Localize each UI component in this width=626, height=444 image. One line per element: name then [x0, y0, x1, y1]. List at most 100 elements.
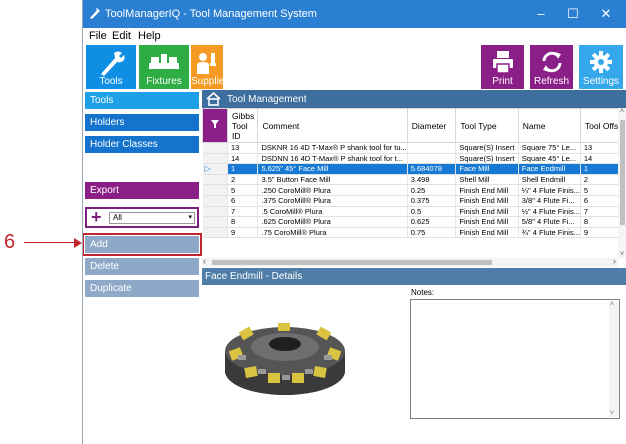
table-cell[interactable]: Square(S) Insert [455, 142, 519, 154]
vertical-scroll-thumb[interactable] [620, 120, 625, 225]
print-button[interactable]: Print [481, 45, 524, 89]
table-cell[interactable]: Face Mill [455, 163, 519, 175]
table-cell[interactable]: Finish End Mill [455, 184, 519, 196]
table-cell[interactable]: 3/8" 4 Flute Fi... [518, 195, 581, 207]
export-button[interactable]: Export [85, 182, 199, 199]
table-cell[interactable]: Face Endmill [518, 163, 581, 175]
table-row[interactable]: 14 DSDNN 16 4D T-Max® P shank tool for t.… [202, 153, 626, 165]
table-cell[interactable]: 9 [227, 227, 259, 239]
sidebar-item-tools[interactable]: Tools [85, 92, 199, 109]
menu-file[interactable]: File [89, 30, 107, 42]
column-filter-header[interactable] [202, 108, 228, 143]
table-cell[interactable]: 6 [227, 195, 259, 207]
table-cell[interactable]: Shell Endmill [518, 174, 581, 186]
grid-horizontal-scrollbar[interactable]: ‹ › [202, 256, 618, 267]
table-cell[interactable]: Finish End Mill [455, 195, 519, 207]
table-cell[interactable]: Finish End Mill [455, 227, 519, 239]
table-cell[interactable]: 5.625" 45° Face Mill [257, 163, 408, 175]
scroll-up-icon[interactable]: ˄ [620, 108, 624, 115]
table-cell[interactable]: .5 CoroMill® Plura [257, 206, 408, 218]
table-cell[interactable]: ¼" 4 Flute Finis... [518, 184, 581, 196]
table-cell[interactable]: .250 CoroMill® Plura [257, 184, 408, 196]
add-button[interactable]: Add [83, 233, 202, 256]
row-marker[interactable] [202, 153, 228, 165]
row-marker[interactable]: ▷ [202, 163, 228, 175]
tools-button[interactable]: Tools [86, 45, 136, 89]
sidebar-item-holder-classes[interactable]: Holder Classes [85, 136, 199, 153]
table-row[interactable]: 5.250 CoroMill® Plura 0.25 Finish End Mill… [202, 184, 626, 196]
table-cell[interactable]: .625 CoroMill® Plura [257, 216, 408, 228]
refresh-button[interactable]: Refresh [530, 45, 573, 89]
table-row[interactable]: 7.5 CoroMill® Plura 0.5 Finish End Mill ½" … [202, 206, 626, 218]
column-header-name[interactable]: Name [517, 108, 581, 143]
table-cell[interactable]: 0.75 [407, 227, 457, 239]
row-marker[interactable] [202, 227, 228, 239]
scroll-left-icon[interactable]: ‹ [203, 256, 206, 266]
suppliers-button[interactable]: Suppliers [191, 45, 233, 89]
table-cell[interactable]: 0.5 [407, 206, 457, 218]
table-cell[interactable]: DSDNN 16 4D T-Max® P shank tool for t... [257, 153, 408, 165]
scroll-down-icon[interactable]: ˅ [620, 251, 624, 258]
table-row[interactable]: 6.375 CoroMill® Plura 0.375 Finish End Mil… [202, 195, 626, 207]
table-cell[interactable]: 2 [227, 174, 259, 186]
table-cell[interactable]: 5/8" 4 Flute Fi... [518, 216, 581, 228]
scroll-right-icon[interactable]: › [613, 256, 616, 266]
table-row[interactable]: 9.75 CoroMill® Plura 0.75 Finish End Mill ¾… [202, 227, 626, 239]
row-marker[interactable] [202, 216, 228, 228]
settings-button[interactable]: Settings [579, 45, 623, 89]
notes-scrollbar[interactable]: ˄ ˅ [609, 301, 618, 417]
row-marker[interactable] [202, 206, 228, 218]
table-cell[interactable]: Finish End Mill [455, 206, 519, 218]
close-button[interactable]: ✕ [591, 3, 621, 25]
grid-vertical-scrollbar[interactable]: ˄ ˅ [618, 108, 626, 258]
table-cell[interactable]: 3.5" Button Face Mill [257, 174, 408, 186]
maximize-button[interactable]: ☐ [558, 3, 588, 25]
row-marker[interactable] [202, 142, 228, 154]
menu-help[interactable]: Help [138, 30, 161, 42]
table-row[interactable]: 13 DSKNR 16 4D T-Max® P shank tool for tu… [202, 142, 626, 154]
table-cell[interactable]: 0.25 [407, 184, 457, 196]
table-row[interactable]: ▷ 1 5.625" 45° Face Mill 5.684078 Face Mill F… [202, 163, 626, 175]
table-cell[interactable]: DSKNR 16 4D T-Max® P shank tool for tu..… [257, 142, 408, 154]
table-cell[interactable]: .75 CoroMill® Plura [257, 227, 408, 239]
row-marker[interactable] [202, 184, 228, 196]
row-marker[interactable] [202, 195, 228, 207]
plus-icon[interactable]: + [91, 208, 106, 226]
horizontal-scroll-thumb[interactable] [212, 260, 492, 265]
column-header-gibbs-tool-id[interactable]: Gibbs Tool ID [226, 108, 259, 143]
filter-select[interactable]: All ▾ [109, 212, 195, 224]
delete-button[interactable]: Delete [85, 258, 199, 275]
scroll-up-icon[interactable]: ˄ [610, 301, 614, 308]
table-cell[interactable]: Finish End Mill [455, 216, 519, 228]
table-cell[interactable]: 14 [227, 153, 259, 165]
table-cell[interactable]: 5.684078 [407, 163, 457, 175]
table-cell[interactable]: 13 [227, 142, 259, 154]
table-cell[interactable]: .375 CoroMill® Plura [257, 195, 408, 207]
minimize-button[interactable]: – [526, 3, 556, 25]
table-row[interactable]: 2 3.5" Button Face Mill 3.498 Shell Mill She… [202, 174, 626, 186]
notes-textarea[interactable]: ˄ ˅ [410, 299, 620, 419]
table-cell[interactable]: 5 [227, 184, 259, 196]
table-cell[interactable]: Square 45° Le... [518, 153, 581, 165]
table-cell[interactable]: 1 [227, 163, 259, 175]
table-cell[interactable]: 7 [227, 206, 259, 218]
scroll-down-icon[interactable]: ˅ [610, 410, 614, 417]
table-row[interactable]: 8.625 CoroMill® Plura 0.625 Finish End Mil… [202, 216, 626, 228]
column-header-diameter[interactable]: Diameter [406, 108, 457, 143]
sidebar-item-holders[interactable]: Holders [85, 114, 199, 131]
menu-edit[interactable]: Edit [112, 30, 131, 42]
table-cell[interactable]: Square(S) Insert [455, 153, 519, 165]
table-cell[interactable]: 3.498 [407, 174, 457, 186]
table-cell[interactable]: ½" 4 Flute Finis... [518, 206, 581, 218]
table-cell[interactable]: 8 [227, 216, 259, 228]
table-cell[interactable]: Shell Mill [455, 174, 519, 186]
duplicate-button[interactable]: Duplicate [85, 280, 199, 297]
table-cell[interactable]: 0.625 [407, 216, 457, 228]
fixtures-button[interactable]: Fixtures [139, 45, 189, 89]
table-cell[interactable] [407, 142, 457, 154]
table-cell[interactable]: Square 75° Le... [518, 142, 581, 154]
column-header-comment[interactable]: Comment [257, 108, 408, 143]
table-cell[interactable]: 0.375 [407, 195, 457, 207]
table-cell[interactable]: ¾" 4 Flute Finis... [518, 227, 581, 239]
column-header-tool-type[interactable]: Tool Type [455, 108, 519, 143]
